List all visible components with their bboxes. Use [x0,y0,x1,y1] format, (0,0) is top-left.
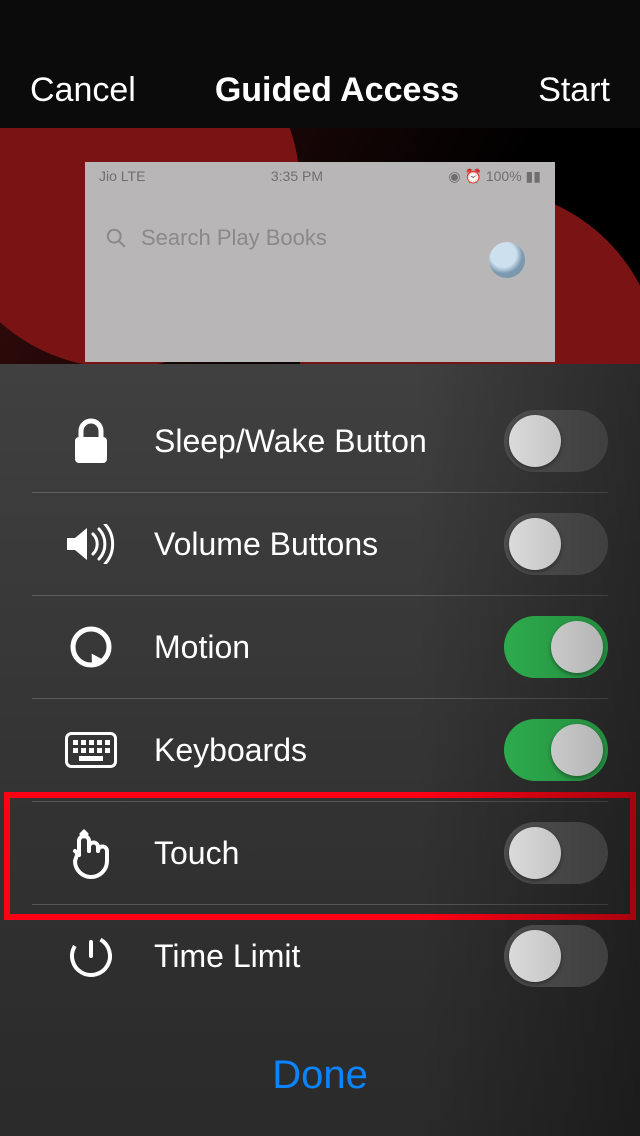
option-row-motion: Motion [32,596,608,699]
option-label: Motion [150,629,504,666]
toggle-volume[interactable] [504,513,608,575]
toggle-time-limit[interactable] [504,925,608,987]
done-button[interactable]: Done [0,1053,640,1098]
timer-icon [32,933,150,979]
preview-carrier: Jio LTE [99,168,145,185]
avatar [489,242,525,278]
option-label: Volume Buttons [150,526,504,563]
toggle-touch[interactable] [504,822,608,884]
toggle-motion[interactable] [504,616,608,678]
option-label: Time Limit [150,938,504,975]
options-panel: Sleep/Wake Button Volume Buttons Motion Key… [0,364,640,1136]
option-row-volume: Volume Buttons [32,493,608,596]
speaker-icon [32,524,150,564]
option-row-time-limit: Time Limit [32,905,608,1007]
cancel-button[interactable]: Cancel [30,71,136,110]
keyboard-icon [32,732,150,768]
option-label: Keyboards [150,732,504,769]
app-preview: Jio LTE 3:35 PM ◉ ⏰ 100% ▮▮ Search Play … [85,162,555,362]
toggle-sleep-wake[interactable] [504,410,608,472]
nav-bar: Cancel Guided Access Start [0,0,640,128]
rotate-icon [32,623,150,671]
start-button[interactable]: Start [538,71,610,110]
lock-icon [32,417,150,465]
option-label: Touch [150,835,504,872]
preview-battery: ◉ ⏰ 100% ▮▮ [448,168,541,185]
touch-icon [32,827,150,879]
option-row-touch: Touch [32,802,608,905]
app-preview-background: Jio LTE 3:35 PM ◉ ⏰ 100% ▮▮ Search Play … [0,128,640,364]
option-row-keyboards: Keyboards [32,699,608,802]
toggle-keyboards[interactable] [504,719,608,781]
preview-time: 3:35 PM [271,168,323,185]
option-row-sleep-wake: Sleep/Wake Button [32,390,608,493]
search-icon [105,227,127,249]
option-label: Sleep/Wake Button [150,423,504,460]
preview-search-placeholder: Search Play Books [141,225,327,251]
page-title: Guided Access [136,71,538,110]
